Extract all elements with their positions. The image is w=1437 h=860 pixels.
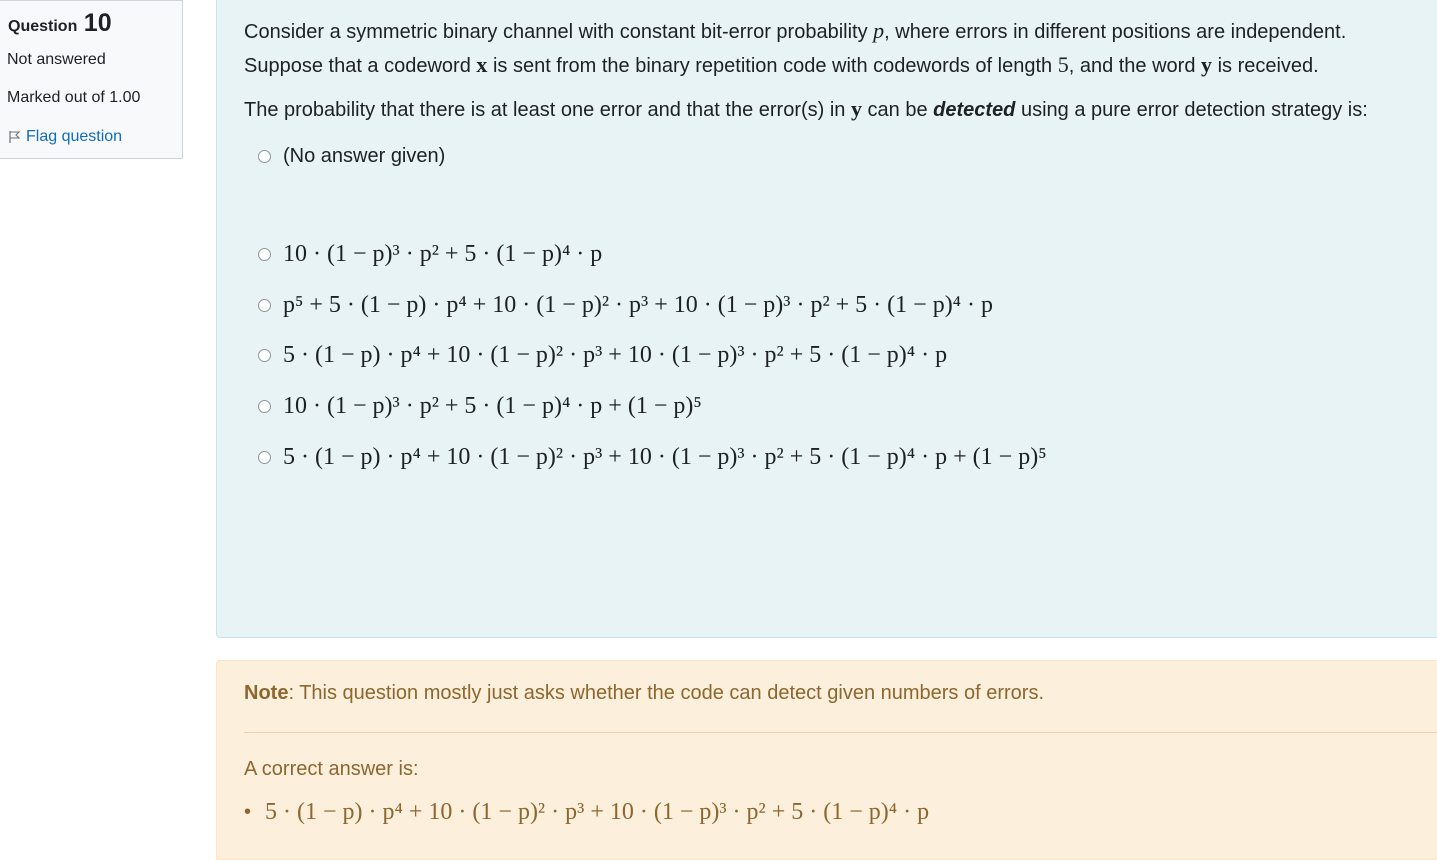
note-text: : This question mostly just asks whether… [288,682,1045,704]
right-answer-formula: 5 · (1 − p) · p⁴ + 10 · (1 − p)² · p³ + … [265,799,930,825]
question-text: is sent from the binary repetition code … [487,55,1058,77]
option-formula: 5 · (1 − p) · p⁴ + 10 · (1 − p)² · p³ + … [283,443,1047,470]
option-a[interactable]: 10 · (1 − p)³ · p² + 5 · (1 − p)⁴ · p [258,239,602,269]
flag-icon [9,131,21,143]
option-formula: 10 · (1 − p)³ · p² + 5 · (1 − p)⁴ · p [283,240,603,267]
option-formula: 10 · (1 − p)³ · p² + 5 · (1 − p)⁴ · p + … [283,392,702,419]
math-length: 5 [1057,52,1069,77]
question-number: Question 10 [8,9,112,38]
question-text: using a pure error detection strategy is… [1015,99,1368,121]
radio-icon[interactable] [258,149,271,163]
question-text-line-2: Suppose that a codeword x is sent from t… [244,53,1319,78]
math-var-y: y [1201,52,1213,77]
question-formulation: Consider a symmetric binary channel with… [216,0,1437,638]
feedback-panel: Note: This question mostly just asks whe… [216,660,1437,860]
radio-icon[interactable] [258,348,271,362]
feedback-divider [244,732,1437,733]
math-var-x: x [476,52,488,77]
question-text: , where errors in different positions ar… [884,21,1347,43]
question-word: Question [8,18,78,35]
flag-question-link[interactable]: Flag question [7,128,122,146]
option-d[interactable]: 10 · (1 − p)³ · p² + 5 · (1 − p)⁴ · p + … [258,391,702,421]
option-label: (No answer given) [283,144,446,167]
question-text: can be [861,99,934,121]
option-b[interactable]: p⁵ + 5 · (1 − p) · p⁴ + 10 · (1 − p)² · … [258,290,993,320]
bullet: • [244,801,252,823]
question-text-line-3: The probability that there is at least o… [244,97,1368,122]
right-answer-label: A correct answer is: [244,758,419,780]
note-label: Note [244,682,289,704]
right-answer: • 5 · (1 − p) · p⁴ + 10 · (1 − p)² · p³ … [244,799,929,826]
emphasis-detected: detected [933,99,1016,121]
question-info-panel: Question 10 Not answered Marked out of 1… [0,0,183,159]
math-var-p: p [873,18,885,43]
option-formula: 5 · (1 − p) · p⁴ + 10 · (1 − p)² · p³ + … [283,341,948,368]
radio-icon[interactable] [258,247,271,261]
flag-question-label: Flag question [26,128,123,145]
question-text: , and the word [1068,55,1202,77]
math-var-y: y [850,96,862,121]
question-state: Not answered [7,51,106,68]
radio-icon[interactable] [258,450,271,464]
option-no-answer[interactable]: (No answer given) [258,141,445,171]
question-text-line-1: Consider a symmetric binary channel with… [244,19,1346,44]
radio-icon[interactable] [258,399,271,413]
option-c[interactable]: 5 · (1 − p) · p⁴ + 10 · (1 − p)² · p³ + … [258,340,947,370]
question-grade: Marked out of 1.00 [7,89,141,106]
option-formula: p⁵ + 5 · (1 − p) · p⁴ + 10 · (1 − p)² · … [283,291,994,318]
question-number-value: 10 [83,9,112,37]
question-text: Suppose that a codeword [244,55,477,77]
question-text: is received. [1212,55,1319,77]
radio-icon[interactable] [258,298,271,312]
option-e[interactable]: 5 · (1 − p) · p⁴ + 10 · (1 − p)² · p³ + … [258,442,1047,472]
question-text: Consider a symmetric binary channel with… [244,21,874,43]
question-text: The probability that there is at least o… [244,99,851,121]
general-feedback: Note: This question mostly just asks whe… [244,682,1044,705]
